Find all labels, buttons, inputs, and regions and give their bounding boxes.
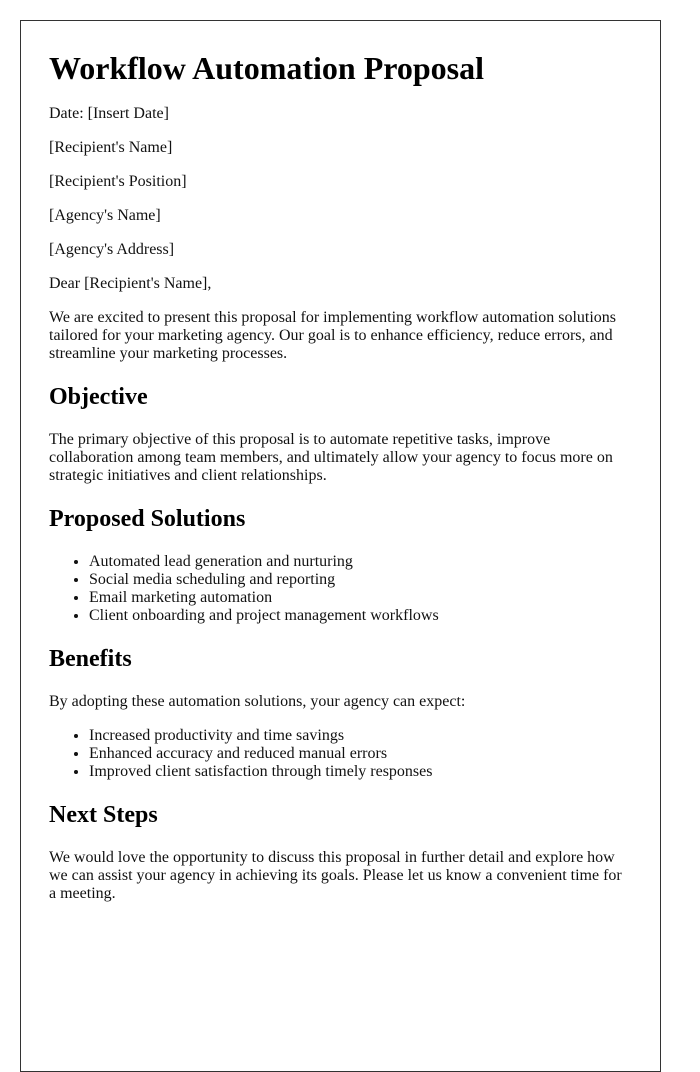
intro-paragraph: We are excited to present this proposal … (49, 309, 617, 362)
solutions-heading: Proposed Solutions (49, 506, 246, 532)
salutation: Dear [Recipient's Name], (49, 275, 212, 292)
next-steps-section: Next Steps We would love the opportunity… (49, 801, 632, 903)
next-steps-text: We would love the opportunity to discuss… (49, 849, 622, 902)
solutions-section: Proposed Solutions Automated lead genera… (49, 505, 632, 625)
objective-section: Objective The primary objective of this … (49, 383, 632, 485)
date-line: Date: [Insert Date] (49, 105, 169, 122)
list-item: Increased productivity and time savings (89, 727, 632, 745)
recipient-position: [Recipient's Position] (49, 173, 187, 190)
agency-address: [Agency's Address] (49, 241, 175, 258)
proposal-letter: Workflow Automation Proposal Date: [Inse… (20, 20, 661, 1072)
list-item: Client onboarding and project management… (89, 607, 632, 625)
benefits-intro: By adopting these automation solutions, … (49, 693, 466, 710)
agency-name: [Agency's Name] (49, 207, 161, 224)
next-steps-heading: Next Steps (49, 802, 158, 828)
list-item: Social media scheduling and reporting (89, 571, 632, 589)
objective-heading: Objective (49, 384, 148, 410)
list-item: Automated lead generation and nurturing (89, 553, 632, 571)
list-item: Email marketing automation (89, 589, 632, 607)
benefits-heading: Benefits (49, 646, 132, 672)
benefits-list: Increased productivity and time savings … (49, 727, 632, 781)
list-item: Improved client satisfaction through tim… (89, 763, 632, 781)
objective-text: The primary objective of this proposal i… (49, 431, 613, 484)
solutions-list: Automated lead generation and nurturing … (49, 553, 632, 625)
benefits-section: Benefits By adopting these automation so… (49, 645, 632, 781)
document-title: Workflow Automation Proposal (49, 50, 484, 86)
list-item: Enhanced accuracy and reduced manual err… (89, 745, 632, 763)
recipient-name: [Recipient's Name] (49, 139, 173, 156)
